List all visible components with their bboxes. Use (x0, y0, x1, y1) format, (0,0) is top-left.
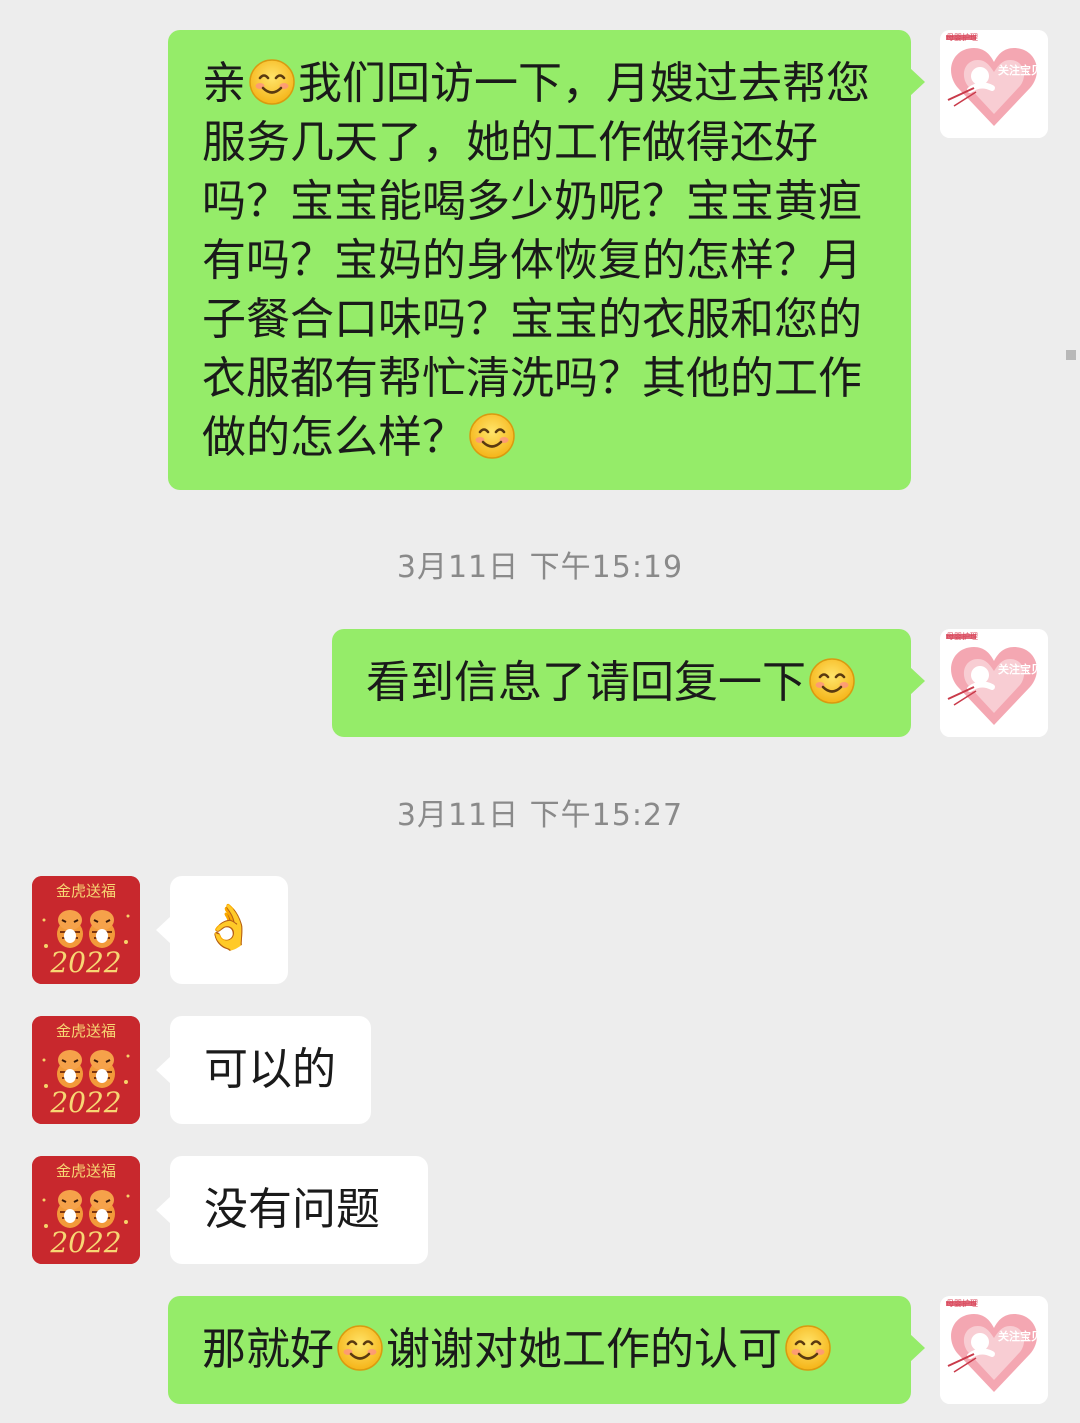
avatar-year: 2022 (50, 946, 122, 979)
avatar-contact[interactable]: 金虎送福 2022 (32, 876, 140, 984)
message-line: 看到信息了请回复一下 (366, 653, 877, 712)
timestamp: 3月11日 下午15:19 (396, 550, 684, 585)
message-line: 吗？宝宝能喝多少奶呢？宝宝黄疸 (202, 176, 862, 227)
smile-emoji-icon (784, 1324, 832, 1372)
scrollbar-indicator[interactable] (1066, 350, 1076, 360)
timestamp: 3月11日 下午15:27 (396, 798, 684, 833)
avatar-caption: 金虎送福 (55, 1022, 116, 1040)
avatar-year: 2022 (50, 1086, 122, 1119)
avatar-self[interactable]: 母婴护理 关注宝贝 (940, 1296, 1048, 1404)
avatar-contact[interactable]: 金虎送福 2022 (32, 1016, 140, 1124)
avatar-self[interactable]: 母婴护理 关注宝贝 (940, 30, 1048, 138)
avatar-brand-small: 母婴护理 (946, 1299, 978, 1308)
avatar-brand-small: 母婴护理 (946, 33, 978, 42)
message-bubble-outgoing[interactable]: 看到信息了请回复一下 (332, 629, 925, 737)
avatar-brand-small: 母婴护理 (946, 632, 978, 641)
message-bubble-outgoing[interactable]: 那就好 谢谢对她工作的认可 (168, 1296, 925, 1404)
chat-area: 亲我们回访一下，月嫂过去帮您 服务几天了，她的工作做得还好 吗？宝宝能喝多少奶呢… (0, 0, 1080, 1423)
message-bubble-incoming[interactable]: 可以的 (156, 1016, 371, 1124)
message-line: 亲我们回访一下，月嫂过去帮您 (202, 58, 870, 109)
avatar-brand-text: 关注宝贝 (998, 663, 1042, 676)
message-line: 有吗？宝妈的身体恢复的怎样？月 (202, 235, 862, 286)
heart-logo-icon (940, 30, 1048, 138)
message-line: 服务几天了，她的工作做得还好 (202, 117, 818, 168)
heart-logo-icon (940, 1296, 1048, 1404)
smile-emoji-icon (248, 58, 296, 106)
avatar-brand-text: 关注宝贝 (998, 64, 1042, 77)
message-line: 子餐合口味吗？宝宝的衣服和您的 (202, 294, 862, 345)
avatar-self[interactable]: 母婴护理 关注宝贝 (940, 629, 1048, 737)
heart-logo-icon (940, 629, 1048, 737)
avatar-caption: 金虎送福 (55, 882, 116, 900)
message-line: 做的怎么样？ (202, 408, 877, 467)
message-line: 没有问题 (204, 1184, 380, 1235)
message-line: 那就好 谢谢对她工作的认可 (202, 1320, 877, 1379)
message-bubble-outgoing[interactable]: 亲我们回访一下，月嫂过去帮您 服务几天了，她的工作做得还好 吗？宝宝能喝多少奶呢… (168, 30, 925, 490)
message-line: 可以的 (204, 1044, 336, 1095)
ok-hand-emoji-icon: 👌 (201, 902, 257, 953)
avatar-year: 2022 (50, 1226, 122, 1259)
message-bubble-incoming[interactable]: 没有问题 (156, 1156, 428, 1264)
smile-emoji-icon (336, 1324, 384, 1372)
smile-emoji-icon (468, 412, 516, 460)
message-line: 衣服都有帮忙清洗吗？其他的工作 (202, 353, 862, 404)
avatar-contact[interactable]: 金虎送福 2022 (32, 1156, 140, 1264)
message-bubble-incoming[interactable]: 👌 (156, 876, 288, 984)
avatar-caption: 金虎送福 (55, 1162, 116, 1180)
smile-emoji-icon (808, 657, 856, 705)
avatar-brand-text: 关注宝贝 (998, 1330, 1042, 1343)
